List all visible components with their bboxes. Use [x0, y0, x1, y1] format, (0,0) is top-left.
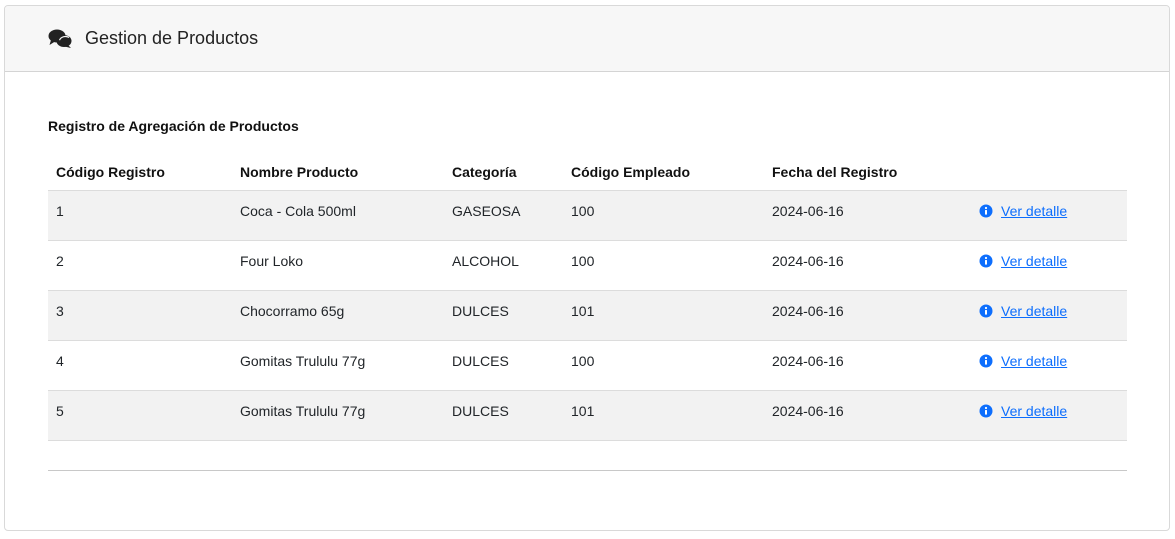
footer-divider — [48, 470, 1127, 471]
table-row: 2 Four Loko ALCOHOL 100 2024-06-16 Ver detall… — [48, 240, 1127, 291]
cell-nombre-producto: Gomitas Trululu 77g — [232, 390, 444, 441]
cell-codigo-empleado: 100 — [563, 190, 764, 241]
cell-fecha-registro: 2024-06-16 — [764, 290, 971, 341]
cell-codigo-registro: 1 — [48, 190, 232, 241]
cell-actions: Ver detalle — [971, 340, 1127, 391]
cell-categoria: DULCES — [444, 390, 563, 441]
cell-codigo-registro: 2 — [48, 240, 232, 291]
table-header-row: Código Registro Nombre Producto Categorí… — [48, 154, 1127, 191]
column-header-nombre-producto: Nombre Producto — [232, 154, 444, 191]
card-header: Gestion de Productos — [5, 6, 1169, 72]
ver-detalle-label: Ver detalle — [1001, 303, 1068, 319]
ver-detalle-link[interactable]: Ver detalle — [979, 303, 1067, 319]
cell-codigo-registro: 4 — [48, 340, 232, 391]
cell-categoria: GASEOSA — [444, 190, 563, 241]
cell-codigo-empleado: 100 — [563, 340, 764, 391]
section-subtitle: Registro de Agregación de Productos — [48, 118, 299, 134]
products-table: Código Registro Nombre Producto Categorí… — [48, 154, 1127, 441]
comments-icon — [48, 28, 72, 50]
cell-categoria: DULCES — [444, 340, 563, 391]
info-circle-icon — [979, 404, 993, 418]
ver-detalle-label: Ver detalle — [1001, 403, 1068, 419]
ver-detalle-label: Ver detalle — [1001, 253, 1068, 269]
cell-codigo-empleado: 100 — [563, 240, 764, 291]
page-title: Gestion de Productos — [85, 28, 259, 48]
cell-nombre-producto: Gomitas Trululu 77g — [232, 340, 444, 391]
column-header-codigo-registro: Código Registro — [48, 154, 232, 191]
cell-nombre-producto: Coca - Cola 500ml — [232, 190, 444, 241]
table-row: 4 Gomitas Trululu 77g DULCES 100 2024-06-16 V… — [48, 340, 1127, 391]
ver-detalle-link[interactable]: Ver detalle — [979, 203, 1067, 219]
column-header-actions — [971, 154, 1127, 191]
cell-actions: Ver detalle — [971, 290, 1127, 341]
cell-fecha-registro: 2024-06-16 — [764, 240, 971, 291]
table-row: 1 Coca - Cola 500ml GASEOSA 100 2024-06-16 Ve… — [48, 190, 1127, 241]
info-circle-icon — [979, 354, 993, 368]
cell-fecha-registro: 2024-06-16 — [764, 190, 971, 241]
table-row: 3 Chocorramo 65g DULCES 101 2024-06-16 Ver de… — [48, 290, 1127, 341]
ver-detalle-label: Ver detalle — [1001, 353, 1068, 369]
info-circle-icon — [979, 204, 993, 218]
cell-nombre-producto: Chocorramo 65g — [232, 290, 444, 341]
column-header-categoria: Categoría — [444, 154, 563, 191]
cell-categoria: ALCOHOL — [444, 240, 563, 291]
cell-nombre-producto: Four Loko — [232, 240, 444, 291]
column-header-fecha-registro: Fecha del Registro — [764, 154, 971, 191]
table-row: 5 Gomitas Trululu 77g DULCES 101 2024-06-16 V… — [48, 390, 1127, 441]
ver-detalle-link[interactable]: Ver detalle — [979, 403, 1067, 419]
products-card: Gestion de Productos Registro de Agregac… — [4, 5, 1170, 531]
cell-actions: Ver detalle — [971, 190, 1127, 241]
column-header-codigo-empleado: Código Empleado — [563, 154, 764, 191]
cell-fecha-registro: 2024-06-16 — [764, 390, 971, 441]
ver-detalle-link[interactable]: Ver detalle — [979, 353, 1067, 369]
cell-codigo-registro: 5 — [48, 390, 232, 441]
cell-fecha-registro: 2024-06-16 — [764, 340, 971, 391]
cell-codigo-registro: 3 — [48, 290, 232, 341]
card-body: Registro de Agregación de Productos Códi… — [5, 118, 1169, 471]
cell-codigo-empleado: 101 — [563, 390, 764, 441]
cell-actions: Ver detalle — [971, 240, 1127, 291]
ver-detalle-link[interactable]: Ver detalle — [979, 253, 1067, 269]
cell-categoria: DULCES — [444, 290, 563, 341]
cell-actions: Ver detalle — [971, 390, 1127, 441]
info-circle-icon — [979, 304, 993, 318]
cell-codigo-empleado: 101 — [563, 290, 764, 341]
ver-detalle-label: Ver detalle — [1001, 203, 1068, 219]
info-circle-icon — [979, 254, 993, 268]
